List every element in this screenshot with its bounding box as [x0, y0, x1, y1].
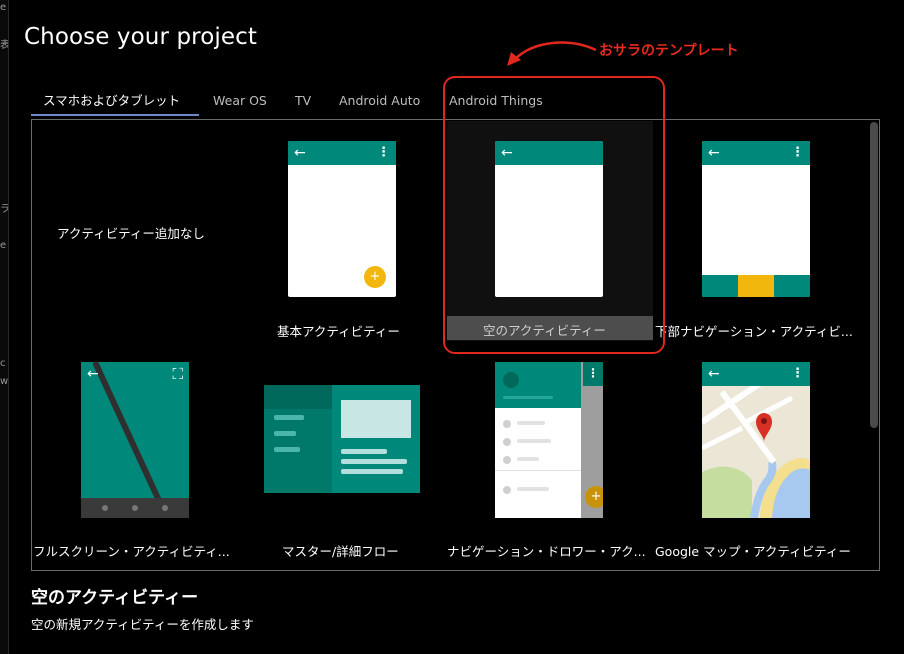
template-card-master-detail[interactable]: マスター/詳細フロー	[245, 352, 440, 562]
annotation-highlight-box	[443, 76, 665, 354]
tab-tv[interactable]: TV	[295, 88, 311, 116]
more-vert-icon: ⋮	[377, 145, 390, 160]
phone-preview: ← ⋮ +	[288, 141, 396, 297]
fullscreen-icon: ⛶	[172, 365, 183, 383]
template-card-fullscreen[interactable]: ← ⛶ フルスクリーン・アクティビティ...	[33, 352, 243, 562]
drawer-header	[495, 362, 581, 408]
fab-add-icon: +	[585, 486, 603, 508]
detail-image	[341, 400, 411, 438]
drawer-item-line	[517, 487, 549, 491]
master-list-line	[274, 431, 296, 436]
selected-template-description: 空の新規アクティビティーを作成します	[31, 617, 254, 632]
drawer-item-icon	[503, 420, 511, 428]
tab-android-auto[interactable]: Android Auto	[339, 88, 420, 116]
fullscreen-preview: ← ⛶	[81, 362, 189, 518]
dialog-title: Choose your project	[24, 24, 257, 50]
template-label: フルスクリーン・アクティビティ...	[33, 544, 230, 559]
maps-preview: ← ⋮	[702, 362, 810, 518]
bottom-nav-active-item	[738, 275, 774, 297]
detail-line	[341, 469, 403, 474]
bottom-nav-bar	[702, 275, 810, 297]
detail-line	[341, 449, 387, 454]
back-arrow-icon: ←	[294, 145, 306, 161]
drawer-divider	[495, 470, 581, 471]
drawer-item-line	[517, 421, 545, 425]
avatar	[503, 372, 519, 388]
app-bar: ← ⋮	[288, 141, 396, 165]
edge-text: 表	[0, 40, 8, 51]
master-list-line	[274, 415, 304, 420]
phone-preview: ← ⋮	[702, 141, 810, 297]
template-card-basic-activity[interactable]: ← ⋮ + 基本アクティビティー	[245, 125, 440, 345]
template-card-no-activity[interactable]: アクティビティー追加なし	[35, 125, 240, 345]
edge-text: c	[0, 358, 6, 369]
template-label: ナビゲーション・ドロワー・アク...	[447, 544, 646, 559]
navigation-drawer	[495, 362, 581, 518]
fullscreen-diagonal	[81, 362, 189, 518]
template-card-navigation-drawer[interactable]: ⋮ + ナビゲーション・ドロワー・アク...	[447, 352, 653, 562]
app-bar-behind: ⋮	[583, 362, 603, 386]
drawer-item-icon	[503, 486, 511, 494]
master-list-pane	[264, 385, 332, 493]
tab-wear-os[interactable]: Wear OS	[213, 88, 267, 116]
drawer-item-line	[517, 457, 539, 461]
grid-scrollbar[interactable]	[870, 122, 879, 568]
fab-add-icon: +	[364, 266, 386, 288]
annotation-label: おサラのテンプレート	[599, 43, 739, 59]
selected-template-title: 空のアクティビティー	[31, 588, 199, 608]
drawer-item-icon	[503, 438, 511, 446]
edge-text: w	[0, 376, 8, 387]
edge-text: e	[0, 240, 7, 251]
drawer-item-line	[517, 439, 551, 443]
tablet-preview	[264, 385, 420, 493]
template-label: アクティビティー追加なし	[57, 226, 205, 241]
edge-text: e	[0, 2, 7, 13]
template-label: 基本アクティビティー	[277, 324, 400, 339]
app-bar: ← ⋮	[702, 362, 810, 386]
master-list-line	[274, 447, 300, 452]
back-arrow-icon: ←	[87, 366, 99, 382]
drawer-header-line	[503, 396, 553, 399]
template-label: Google マップ・アクティビティー	[655, 544, 851, 559]
back-arrow-icon: ←	[708, 145, 720, 161]
app-bar: ← ⋮	[702, 141, 810, 165]
more-vert-icon: ⋮	[587, 366, 599, 380]
tab-phone-tablet[interactable]: スマホおよびタブレット	[31, 88, 199, 116]
master-list-header	[264, 385, 332, 409]
template-label: マスター/詳細フロー	[282, 544, 399, 559]
more-vert-icon: ⋮	[791, 145, 804, 160]
detail-line	[341, 459, 407, 464]
template-card-bottom-navigation[interactable]: ← ⋮ 下部ナビゲーション・アクティビ...	[655, 125, 865, 345]
template-card-google-maps[interactable]: ← ⋮ Google マップ・アクティビティー	[655, 352, 865, 562]
more-vert-icon: ⋮	[791, 366, 804, 381]
template-label: 下部ナビゲーション・アクティビ...	[655, 324, 853, 339]
background-window-edge: e 表 ラ e c w	[0, 0, 9, 654]
drawer-preview: ⋮ +	[495, 362, 603, 518]
scrollbar-thumb[interactable]	[870, 122, 878, 428]
drawer-item-icon	[503, 456, 511, 464]
edge-text: ラ	[0, 204, 8, 215]
back-arrow-icon: ←	[708, 366, 720, 382]
